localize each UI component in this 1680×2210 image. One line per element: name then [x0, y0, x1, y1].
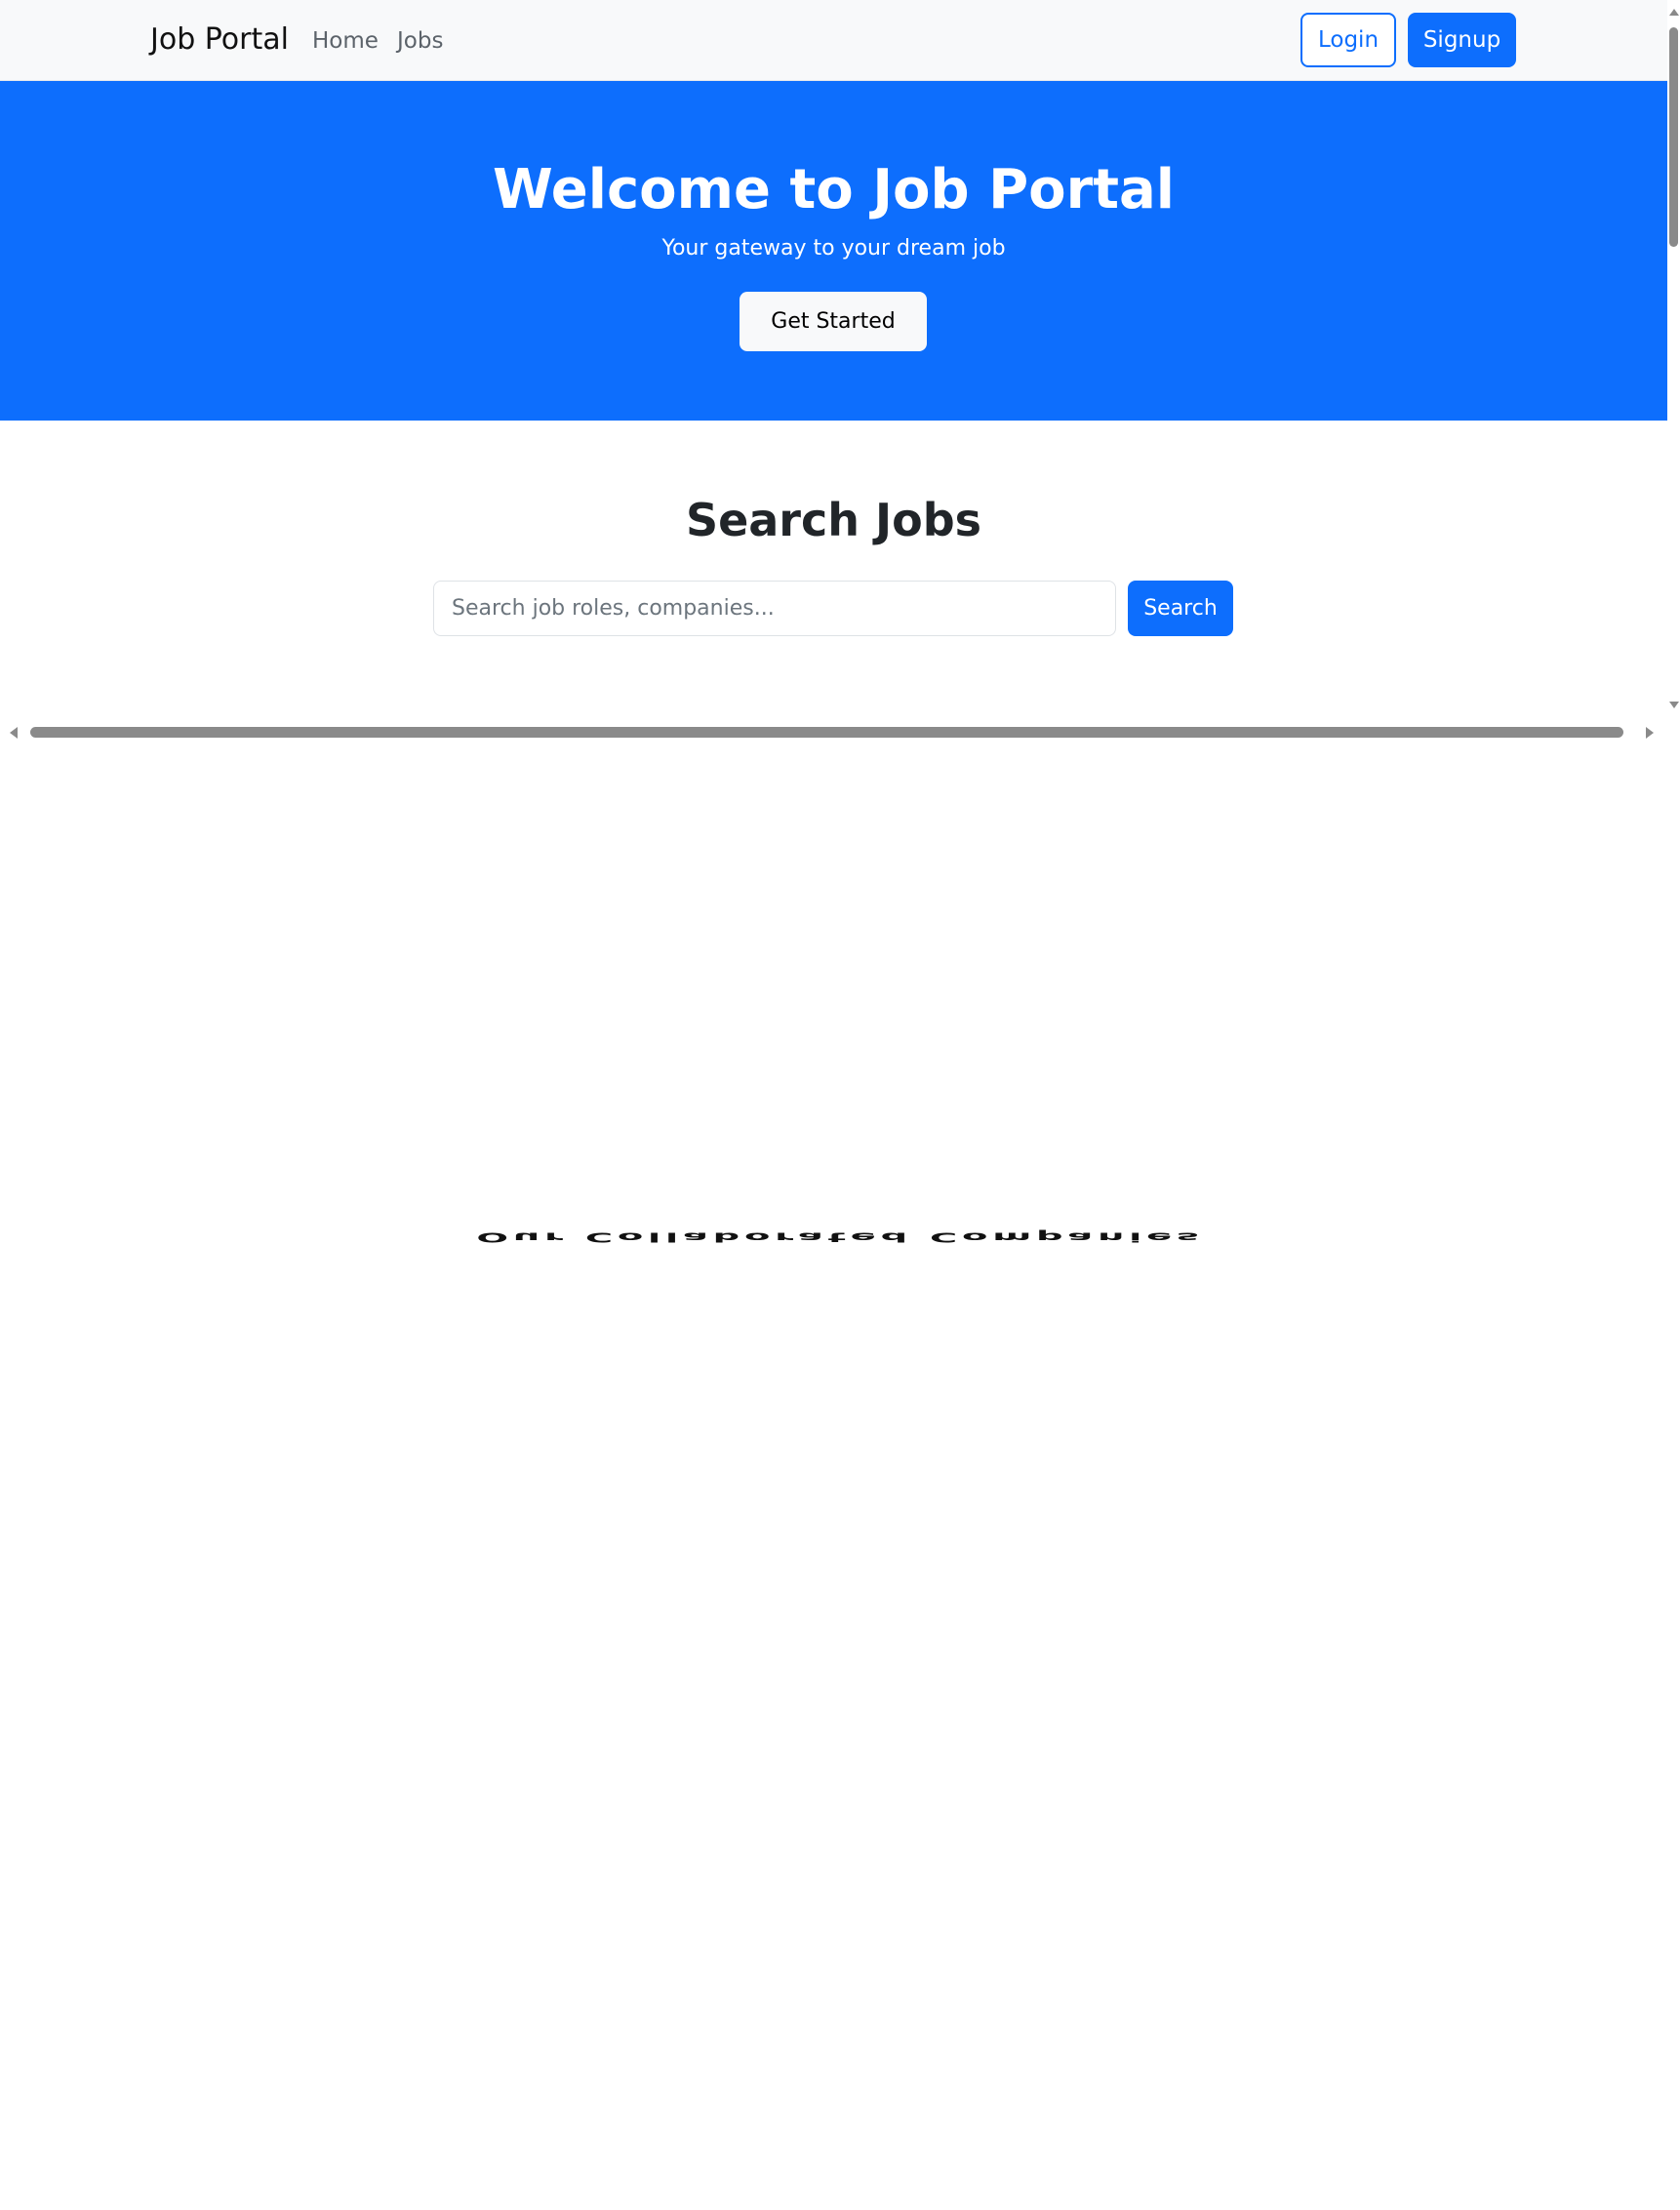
search-title: Search Jobs: [685, 494, 982, 546]
brand-logo[interactable]: Job Portal: [150, 18, 289, 62]
page: Job Portal Home Jobs Login Signup Welcom…: [0, 0, 1680, 2210]
vertical-scrollbar-thumb[interactable]: [1669, 27, 1678, 247]
arrow-right-icon[interactable]: [1646, 727, 1654, 739]
nav-link-jobs[interactable]: Jobs: [397, 23, 443, 59]
horizontal-scrollbar[interactable]: [0, 722, 1667, 743]
navbar: Job Portal Home Jobs Login Signup: [0, 0, 1667, 81]
nav-link-home[interactable]: Home: [312, 23, 379, 59]
arrow-down-icon[interactable]: [1669, 702, 1679, 708]
signup-button[interactable]: Signup: [1408, 13, 1516, 67]
browser-viewport: Job Portal Home Jobs Login Signup Welcom…: [0, 0, 1680, 743]
login-button[interactable]: Login: [1300, 13, 1396, 67]
hero-title: Welcome to Job Portal: [493, 158, 1175, 221]
vertical-scrollbar[interactable]: [1667, 0, 1680, 722]
hero-subtitle: Your gateway to your dream job: [661, 236, 1006, 261]
search-button[interactable]: Search: [1128, 581, 1233, 636]
arrow-left-icon[interactable]: [10, 727, 18, 739]
companies-heading: Our Collaborated Companies: [476, 1229, 1204, 1245]
get-started-button[interactable]: Get Started: [740, 292, 927, 351]
page-content: Job Portal Home Jobs Login Signup Welcom…: [0, 0, 1667, 722]
search-input[interactable]: [433, 581, 1116, 636]
horizontal-scrollbar-thumb[interactable]: [30, 727, 1623, 738]
hero-section: Welcome to Job Portal Your gateway to yo…: [0, 81, 1667, 421]
arrow-up-icon[interactable]: [1669, 9, 1679, 16]
